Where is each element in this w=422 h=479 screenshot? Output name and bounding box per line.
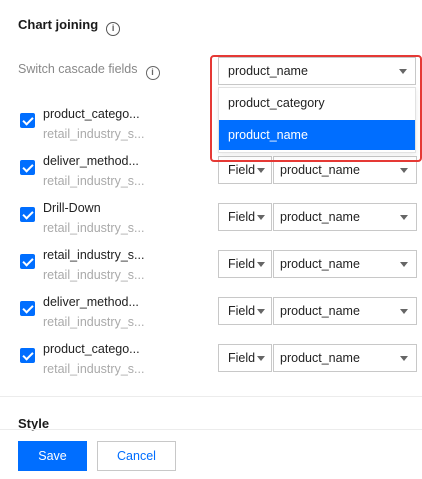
field-row: product_catego... retail_industry_s... F… <box>0 342 422 382</box>
caret-down-icon <box>257 168 265 173</box>
footer-divider <box>0 429 422 430</box>
field-checkbox[interactable] <box>20 254 35 269</box>
caret-down-icon <box>257 215 265 220</box>
save-button[interactable]: Save <box>18 441 87 471</box>
dropdown-option-product-category[interactable]: product_category <box>219 88 415 118</box>
field-type-value: Field <box>228 304 256 318</box>
caret-down-icon <box>400 168 408 173</box>
field-name: retail_industry_s... <box>43 248 145 262</box>
field-value-select[interactable]: product_name <box>273 297 417 325</box>
field-source: retail_industry_s... <box>43 268 145 282</box>
cascade-fields-text: Switch cascade fields <box>18 62 138 76</box>
field-row: deliver_method... retail_industry_s... F… <box>0 295 422 335</box>
field-type-select[interactable]: Field <box>218 156 272 184</box>
cascade-selected-value: product_name <box>228 64 308 78</box>
chart-joining-label: Chart joining <box>18 17 99 32</box>
field-name: product_catego... <box>43 342 140 356</box>
cascade-fields-label: Switch cascade fields i <box>18 62 160 80</box>
caret-down-icon <box>400 262 408 267</box>
field-type-value: Field <box>228 351 256 365</box>
field-type-value: Field <box>228 210 256 224</box>
field-source: retail_industry_s... <box>43 221 145 235</box>
field-value: product_name <box>280 210 360 224</box>
field-checkbox[interactable] <box>20 301 35 316</box>
field-value-select[interactable]: product_name <box>273 344 417 372</box>
cascade-field-select[interactable]: product_name <box>218 57 416 85</box>
field-row: deliver_method... retail_industry_s... F… <box>0 154 422 194</box>
field-type-select[interactable]: Field <box>218 203 272 231</box>
field-value-select[interactable]: product_name <box>273 156 417 184</box>
field-type-select[interactable]: Field <box>218 250 272 278</box>
field-type-value: Field <box>228 163 256 177</box>
dropdown-option-product-name[interactable]: product_name <box>219 120 415 150</box>
field-value: product_name <box>280 163 360 177</box>
caret-down-icon <box>257 356 265 361</box>
cascade-dropdown-menu: product_category product_name <box>218 87 416 153</box>
info-icon[interactable]: i <box>106 22 121 36</box>
caret-down-icon <box>400 309 408 314</box>
caret-down-icon <box>400 215 408 220</box>
field-type-select[interactable]: Field <box>218 297 272 325</box>
field-type-select[interactable]: Field <box>218 344 272 372</box>
field-value: product_name <box>280 351 360 365</box>
field-source: retail_industry_s... <box>43 362 145 376</box>
info-icon[interactable]: i <box>145 66 160 80</box>
field-source: retail_industry_s... <box>43 174 145 188</box>
field-checkbox[interactable] <box>20 113 35 128</box>
caret-down-icon <box>257 309 265 314</box>
caret-down-icon <box>399 69 407 74</box>
field-checkbox[interactable] <box>20 160 35 175</box>
field-value: product_name <box>280 257 360 271</box>
field-type-value: Field <box>228 257 256 271</box>
field-row: retail_industry_s... retail_industry_s..… <box>0 248 422 288</box>
chart-joining-title: Chart joining i <box>18 17 121 36</box>
caret-down-icon <box>257 262 265 267</box>
caret-down-icon <box>400 356 408 361</box>
field-row: Drill-Down retail_industry_s... Field pr… <box>0 201 422 241</box>
field-name: product_catego... <box>43 107 140 121</box>
cancel-button[interactable]: Cancel <box>97 441 176 471</box>
field-value-select[interactable]: product_name <box>273 250 417 278</box>
field-value: product_name <box>280 304 360 318</box>
field-checkbox[interactable] <box>20 207 35 222</box>
field-source: retail_industry_s... <box>43 315 145 329</box>
section-divider <box>0 396 422 397</box>
field-name: deliver_method... <box>43 154 139 168</box>
field-value-select[interactable]: product_name <box>273 203 417 231</box>
field-name: deliver_method... <box>43 295 139 309</box>
field-checkbox[interactable] <box>20 348 35 363</box>
field-source: retail_industry_s... <box>43 127 145 141</box>
field-name: Drill-Down <box>43 201 101 215</box>
